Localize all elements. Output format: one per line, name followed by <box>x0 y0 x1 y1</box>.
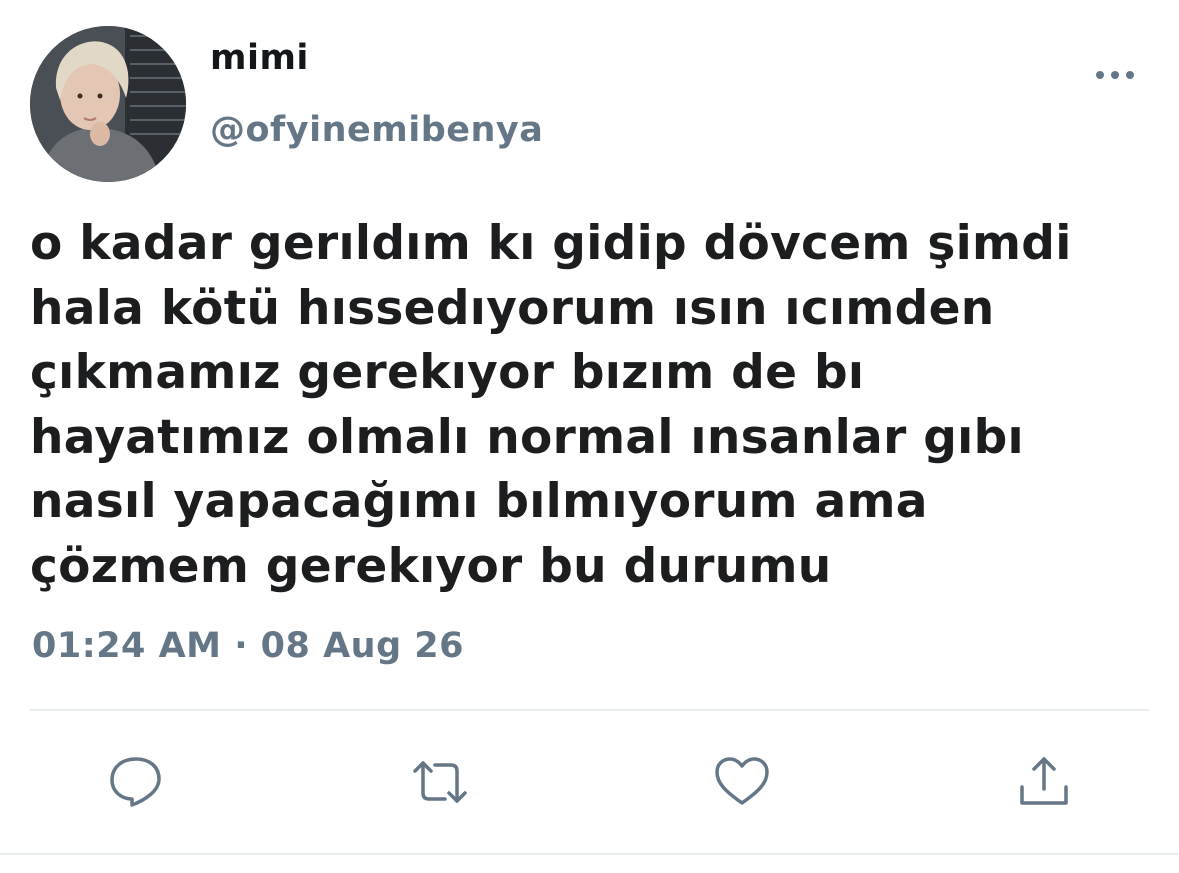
tweet-text-line: nasıl yapacağımı bılmıyorum ama <box>30 474 928 529</box>
avatar[interactable] <box>30 26 186 182</box>
heart-icon <box>715 757 769 805</box>
action-bar <box>0 752 1179 812</box>
share-icon <box>1020 757 1068 805</box>
retweet-button[interactable] <box>410 752 470 812</box>
tweet-text-line: hala kötü hıssedıyorum ısın ıcımden <box>30 280 995 336</box>
tweet-text-line: hayatımız olmalı normal ınsanlar gıbı <box>30 409 1024 465</box>
tweet-text-line: çözmem gerekıyor bu durumu <box>30 538 832 594</box>
tweet-text: o kadar gerıldım kı gidip dövcem şimdi h… <box>30 212 1150 599</box>
more-options-button[interactable] <box>1091 60 1139 90</box>
more-dots-icon <box>1096 71 1134 79</box>
bottom-divider <box>0 853 1179 855</box>
like-button[interactable] <box>712 752 772 812</box>
user-handle[interactable]: @ofyinemibenya <box>210 110 543 150</box>
display-name[interactable]: mimi <box>210 38 309 78</box>
reply-icon <box>110 757 161 807</box>
tweet-card: mimi @ofyinemibenya o kadar gerıldım kı … <box>0 0 1179 873</box>
share-button[interactable] <box>1014 752 1074 812</box>
divider <box>30 709 1149 711</box>
tweet-text-line: o kadar gerıldım kı gidip dövcem şimdi <box>30 216 1072 271</box>
reply-button[interactable] <box>106 752 166 812</box>
tweet-text-line: çıkmamız gerekıyor bızım de bı <box>30 345 865 400</box>
tweet-timestamp[interactable]: 01:24 AM · 08 Aug 26 <box>32 626 464 666</box>
retweet-icon <box>413 761 467 803</box>
avatar-image <box>30 26 186 182</box>
